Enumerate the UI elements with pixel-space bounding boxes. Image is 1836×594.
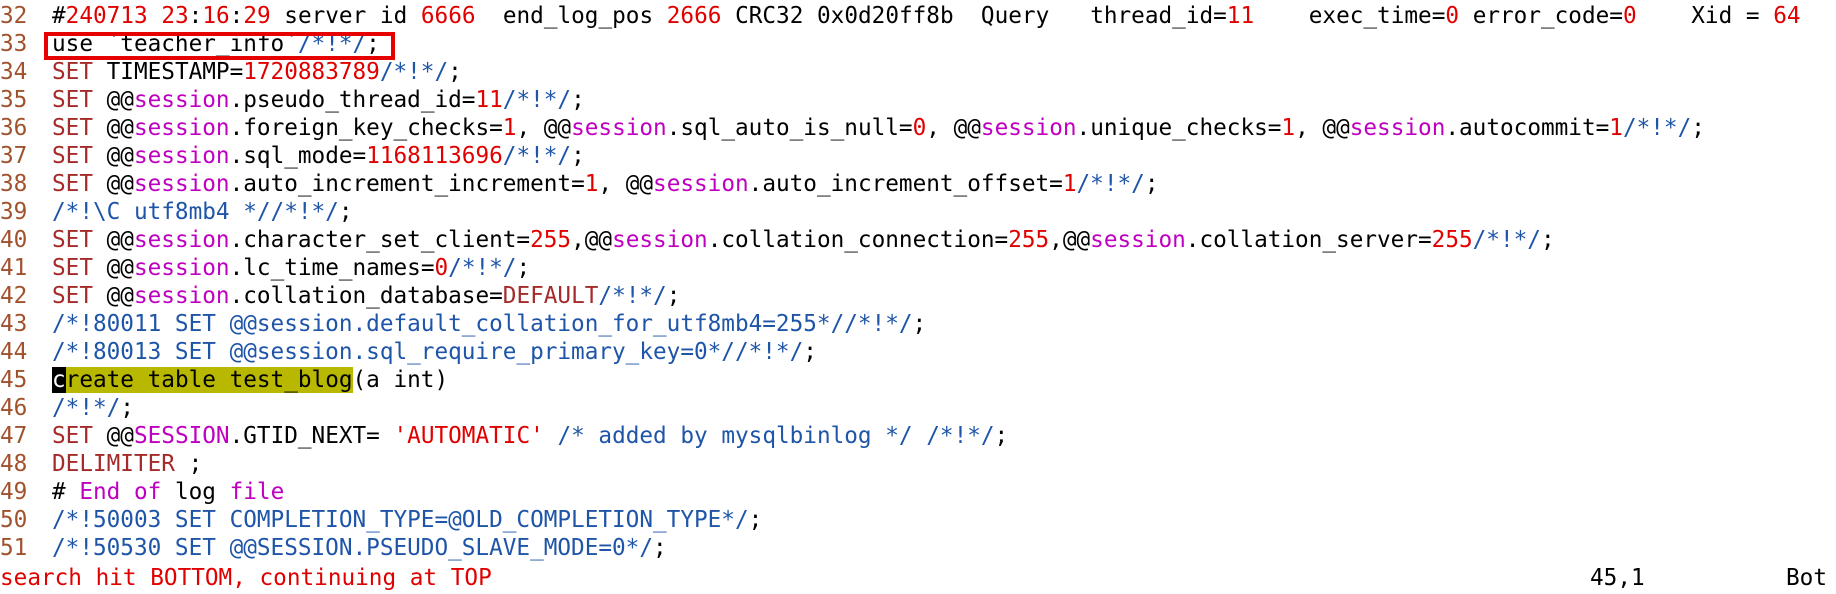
code-line[interactable]: 45 create table test_blog(a int): [0, 366, 448, 394]
line-text: /*!\C utf8mb4 *//*!*/;: [52, 199, 353, 225]
code-line[interactable]: 41 SET @@session.lc_time_names=0/*!*/;: [0, 254, 530, 282]
line-number: 37: [0, 143, 28, 169]
line-text: SET @@session.character_set_client=255,@…: [52, 227, 1555, 253]
code-line[interactable]: 35 SET @@session.pseudo_thread_id=11/*!*/…: [0, 86, 585, 114]
code-line[interactable]: 51 /*!50530 SET @@SESSION.PSEUDO_SLAVE_MO…: [0, 534, 667, 562]
line-text: SET @@session.pseudo_thread_id=11/*!*/;: [52, 87, 585, 113]
code-line[interactable]: 37 SET @@session.sql_mode=1168113696/*!*/…: [0, 142, 585, 170]
line-number: 50: [0, 507, 28, 533]
code-line[interactable]: 40 SET @@session.character_set_client=255…: [0, 226, 1555, 254]
line-number: 34: [0, 59, 28, 85]
code-line[interactable]: 39 /*!\C utf8mb4 *//*!*/;: [0, 198, 353, 226]
line-text: # End of log file: [52, 479, 285, 505]
status-bar: search hit BOTTOM, continuing at TOP 45,…: [0, 564, 1836, 592]
line-text: SET TIMESTAMP=1720883789/*!*/;: [52, 59, 462, 85]
line-text: /*!80013 SET @@session.sql_require_prima…: [52, 339, 817, 365]
code-line[interactable]: 48 DELIMITER ;: [0, 450, 202, 478]
annotation-highlight-box: [44, 32, 395, 60]
code-line[interactable]: 44 /*!80013 SET @@session.sql_require_pri…: [0, 338, 817, 366]
line-number: 44: [0, 339, 28, 365]
line-number: 39: [0, 199, 28, 225]
vim-editor[interactable]: 32 #240713 23:16:29 server id 6666 end_lo…: [0, 0, 1836, 594]
code-line[interactable]: 46 /*!*/;: [0, 394, 134, 422]
code-line[interactable]: 32 #240713 23:16:29 server id 6666 end_lo…: [0, 2, 1801, 30]
line-text: /*!50003 SET COMPLETION_TYPE=@OLD_COMPLE…: [52, 507, 763, 533]
line-number: 46: [0, 395, 28, 421]
line-number: 41: [0, 255, 28, 281]
code-line[interactable]: 49 # End of log file: [0, 478, 284, 506]
line-text: /*!*/;: [52, 395, 134, 421]
line-text: SET @@session.sql_mode=1168113696/*!*/;: [52, 143, 585, 169]
line-number: 45: [0, 367, 28, 393]
line-text: /*!80011 SET @@session.default_collation…: [52, 311, 927, 337]
line-number: 36: [0, 115, 28, 141]
line-text: create table test_blog(a int): [52, 367, 449, 393]
line-text: SET @@SESSION.GTID_NEXT= 'AUTOMATIC' /* …: [52, 423, 1009, 449]
line-number: 38: [0, 171, 28, 197]
line-number: 49: [0, 479, 28, 505]
code-line[interactable]: 47 SET @@SESSION.GTID_NEXT= 'AUTOMATIC' /…: [0, 422, 1008, 450]
line-number: 42: [0, 283, 28, 309]
code-line[interactable]: 50 /*!50003 SET COMPLETION_TYPE=@OLD_COMP…: [0, 506, 762, 534]
line-text: DELIMITER ;: [52, 451, 203, 477]
line-number: 43: [0, 311, 28, 337]
line-number: 48: [0, 451, 28, 477]
line-text: /*!50530 SET @@SESSION.PSEUDO_SLAVE_MODE…: [52, 535, 667, 561]
line-text: SET @@session.foreign_key_checks=1, @@se…: [52, 115, 1705, 141]
line-text: SET @@session.auto_increment_increment=1…: [52, 171, 1159, 197]
code-line[interactable]: 34 SET TIMESTAMP=1720883789/*!*/;: [0, 58, 462, 86]
line-number: 32: [0, 3, 28, 29]
code-line[interactable]: 38 SET @@session.auto_increment_increment…: [0, 170, 1158, 198]
search-status-message: search hit BOTTOM, continuing at TOP: [0, 565, 492, 591]
line-number: 35: [0, 87, 28, 113]
line-number: 40: [0, 227, 28, 253]
code-line[interactable]: 43 /*!80011 SET @@session.default_collati…: [0, 310, 926, 338]
code-line[interactable]: 42 SET @@session.collation_database=DEFAU…: [0, 282, 680, 310]
line-text: SET @@session.lc_time_names=0/*!*/;: [52, 255, 531, 281]
cursor-position: 45,1: [1590, 565, 1645, 591]
line-number: 51: [0, 535, 28, 561]
code-line[interactable]: 36 SET @@session.foreign_key_checks=1, @@…: [0, 114, 1705, 142]
line-text: #240713 23:16:29 server id 6666 end_log_…: [52, 3, 1801, 29]
scroll-position: Bot: [1786, 565, 1827, 591]
line-text: SET @@session.collation_database=DEFAULT…: [52, 283, 681, 309]
line-number: 47: [0, 423, 28, 449]
